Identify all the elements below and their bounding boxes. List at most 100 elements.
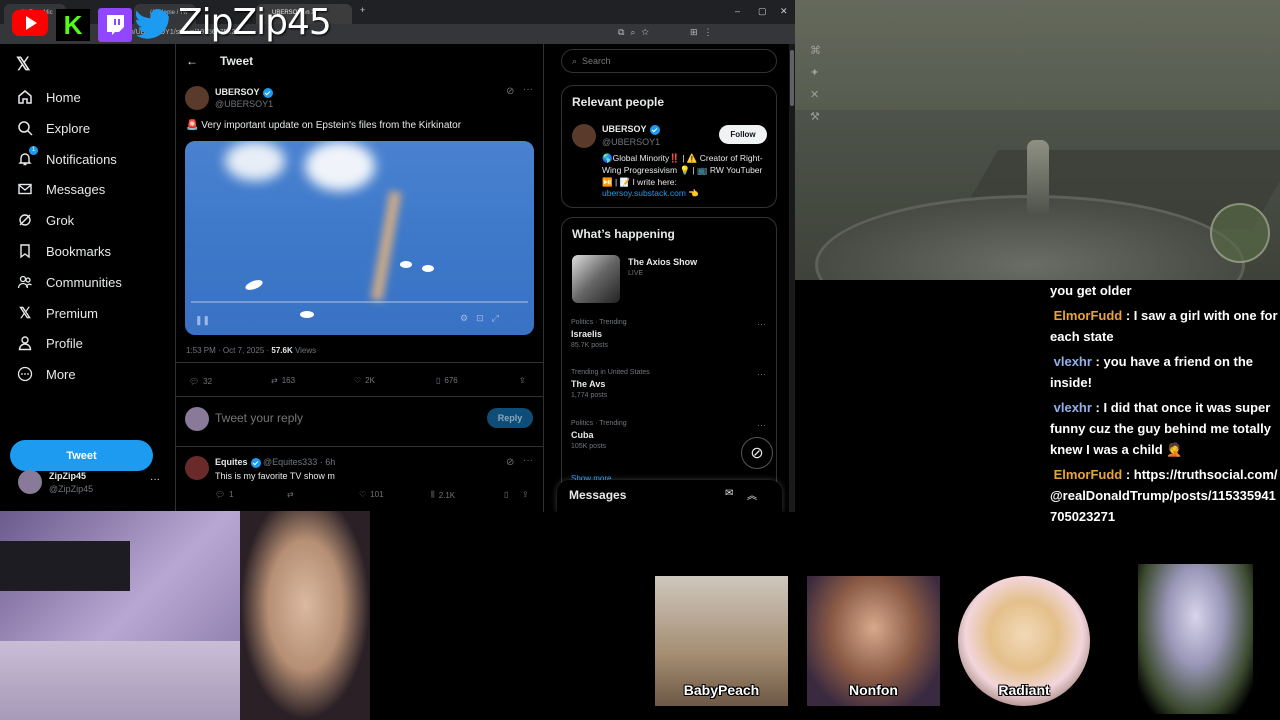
reply-reply-action[interactable]: 💬︎ 1 bbox=[215, 490, 234, 499]
close-window-icon[interactable]: ✕ bbox=[780, 6, 788, 17]
reply-icon: 💬︎ bbox=[189, 377, 200, 386]
bio-link[interactable]: ubersoy.substack.com 👈 bbox=[602, 188, 699, 199]
avatar[interactable] bbox=[572, 124, 596, 148]
avatar-label: Nonfon bbox=[849, 682, 898, 698]
scrollbar-thumb[interactable] bbox=[790, 50, 794, 106]
chat-message: ElmorFudd : https://truthsocial.com/@rea… bbox=[1045, 464, 1280, 527]
account-more-icon[interactable]: ··· bbox=[150, 474, 160, 485]
reply-author-name[interactable]: Equites bbox=[215, 457, 248, 467]
messages-drawer[interactable]: Messages ✉ ︽ bbox=[557, 480, 782, 512]
reply-like-action[interactable]: ♡ 101 bbox=[359, 490, 384, 499]
reply-icon: 💬︎ bbox=[215, 490, 226, 499]
new-message-icon[interactable]: ✉ bbox=[725, 488, 733, 499]
share-icon[interactable]: ⇪ bbox=[522, 490, 529, 499]
views-label: Views bbox=[292, 346, 317, 355]
minimize-icon[interactable]: – bbox=[735, 6, 740, 16]
show-name[interactable]: The Axios Show bbox=[628, 257, 697, 267]
person-name[interactable]: UBERSOY bbox=[602, 124, 660, 135]
reply-action[interactable]: 💬︎ 32 bbox=[189, 377, 212, 386]
follow-button[interactable]: Follow bbox=[719, 125, 767, 144]
avatar bbox=[18, 470, 42, 494]
reply-header: Equites @Equites333 · 6h bbox=[215, 457, 335, 468]
show-thumbnail[interactable] bbox=[572, 255, 620, 303]
nav-communities[interactable]: Communities bbox=[16, 270, 122, 294]
video-controls-icons[interactable]: ⚙⊡⤢ bbox=[460, 313, 507, 324]
chat-message: ElmorFudd : I saw a girl with one for ea… bbox=[1045, 305, 1280, 347]
account-name: ZipZip45 bbox=[49, 471, 87, 481]
account-switcher[interactable]: ZipZip45 @ZipZip45 ··· bbox=[16, 468, 166, 496]
tweet-meta: 1:53 PM · Oct 7, 2025 · 57.6K Views bbox=[186, 346, 316, 355]
nav-grok[interactable]: Grok bbox=[16, 208, 74, 232]
nav-label: More bbox=[46, 366, 76, 382]
nav-bookmarks[interactable]: Bookmarks bbox=[16, 239, 111, 263]
extension-icons[interactable]: ⊞⋮ bbox=[690, 27, 719, 38]
avatar-label: Radiant bbox=[998, 682, 1050, 698]
maximize-icon[interactable]: ▢ bbox=[758, 6, 767, 17]
video-smoke-trail bbox=[370, 190, 402, 302]
nav-home[interactable]: Home bbox=[16, 85, 81, 109]
search-input[interactable] bbox=[582, 56, 763, 66]
person-bio: 🌎Global Minority‼️ | ⚠️ Creator of Right… bbox=[602, 153, 763, 187]
trend-item[interactable]: Politics · Trending Cuba 105K posts bbox=[571, 420, 771, 450]
nav-profile[interactable]: Profile bbox=[16, 331, 83, 355]
grok-explain-icon[interactable]: ⊘ bbox=[506, 86, 514, 97]
reply-retweet-action[interactable]: ⇄ bbox=[287, 490, 294, 499]
webcam-person bbox=[240, 511, 370, 720]
pause-icon[interactable]: ❚❚ bbox=[195, 315, 210, 326]
browser-window: (1) Tony Mic (1) Home / Tw UBERSOY on X … bbox=[0, 0, 795, 512]
video-debris bbox=[422, 265, 434, 272]
nav-messages[interactable]: Messages bbox=[16, 177, 105, 201]
x-logo-icon[interactable]: 𝕏 bbox=[16, 54, 31, 75]
kick-logo-icon: K bbox=[56, 9, 90, 41]
author-handle[interactable]: @UBERSOY1 bbox=[215, 99, 273, 109]
channel-name-overlay: ZipZip45 bbox=[178, 2, 332, 43]
views-count: 57.6K bbox=[271, 346, 293, 355]
reply-count: 32 bbox=[203, 377, 213, 386]
nav-premium[interactable]: 𝕏 Premium bbox=[16, 301, 98, 325]
nav-label: Home bbox=[46, 89, 81, 105]
grok-explain-icon[interactable]: ⊘ bbox=[506, 457, 514, 468]
like-action[interactable]: ♡ 2K bbox=[354, 376, 375, 385]
bookmark-icon[interactable]: ▯ bbox=[504, 490, 508, 499]
video-progress-bar[interactable] bbox=[191, 301, 528, 303]
retweet-icon: ⇄ bbox=[271, 376, 278, 385]
trend-category: Politics · Trending bbox=[571, 319, 627, 326]
author-avatar[interactable] bbox=[185, 86, 209, 110]
reply-more-icon[interactable]: ··· bbox=[523, 455, 533, 466]
author-name[interactable]: UBERSOY bbox=[215, 87, 273, 98]
reply-author-avatar[interactable] bbox=[185, 456, 209, 480]
trend-item[interactable]: Trending in United States The Avs 1,774 … bbox=[571, 369, 771, 399]
nav-more[interactable]: More bbox=[16, 362, 76, 386]
reply-views-action[interactable]: ⫼ 2.1K bbox=[431, 490, 455, 500]
trend-more-icon[interactable]: ··· bbox=[757, 319, 766, 329]
tweet-more-icon[interactable]: ··· bbox=[523, 84, 533, 95]
video-cloud bbox=[225, 141, 285, 181]
new-tab-icon[interactable]: + bbox=[360, 5, 365, 15]
search-box[interactable]: ⌕ bbox=[561, 49, 777, 73]
chat-message: vlexhr : I did that once it was super fu… bbox=[1045, 397, 1280, 460]
browser-toolbar-icons[interactable]: ⧉⌕☆ bbox=[618, 27, 655, 38]
mail-icon bbox=[16, 180, 34, 198]
tweet-column: ← Tweet UBERSOY @UBERSOY1 ⊘ ··· 🚨 Very i… bbox=[175, 44, 544, 512]
bookmark-action[interactable]: ▯ 676 bbox=[436, 376, 458, 385]
grok-icon[interactable]: ⊘ bbox=[741, 437, 773, 469]
chat-username: vlexhr bbox=[1053, 400, 1092, 415]
nav-label: Premium bbox=[46, 305, 99, 321]
avatar-label: BabyPeach bbox=[683, 682, 760, 698]
trend-item[interactable]: Politics · Trending Israelis 85.7K posts bbox=[571, 319, 771, 349]
nav-label: Explore bbox=[46, 120, 91, 136]
back-arrow-icon[interactable]: ← bbox=[186, 54, 198, 68]
nav-explore[interactable]: Explore bbox=[16, 116, 90, 140]
retweet-action[interactable]: ⇄ 163 bbox=[271, 376, 295, 385]
nav-label: Profile bbox=[46, 335, 83, 351]
nav-notifications[interactable]: 1 Notifications bbox=[16, 146, 117, 171]
post-button[interactable]: Tweet bbox=[10, 440, 153, 471]
share-icon[interactable]: ⇪ bbox=[519, 376, 526, 385]
person-icon bbox=[16, 334, 34, 352]
reply-button[interactable]: Reply bbox=[487, 408, 533, 428]
trend-more-icon[interactable]: ··· bbox=[757, 420, 766, 430]
tweet-video[interactable]: ❚❚ ⚙⊡⤢ bbox=[185, 141, 534, 335]
reply-input[interactable] bbox=[215, 408, 455, 428]
expand-icon[interactable]: ︽ bbox=[747, 487, 757, 502]
trend-more-icon[interactable]: ··· bbox=[757, 369, 766, 379]
